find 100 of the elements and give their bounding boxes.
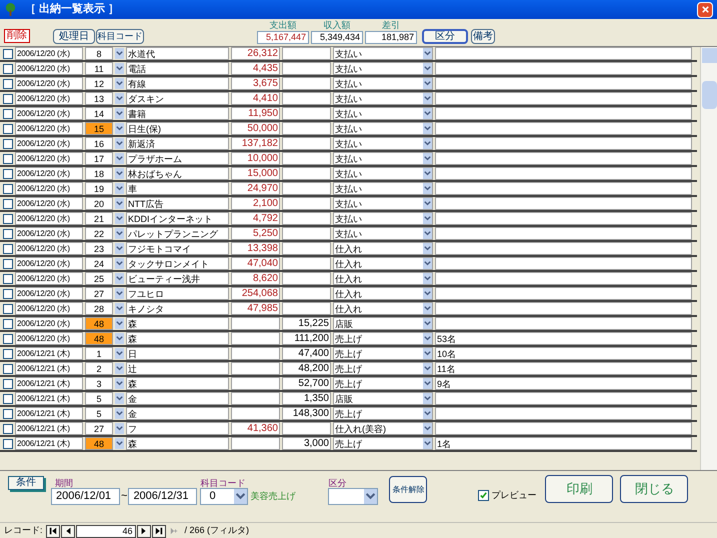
first-record-button[interactable] (46, 524, 60, 538)
row-checkbox[interactable] (3, 258, 13, 268)
category-dropdown[interactable]: 支払い (333, 122, 433, 135)
category-dropdown[interactable]: 支払い (333, 77, 433, 90)
code-dropdown[interactable]: 0 (200, 488, 248, 505)
row-checkbox[interactable] (3, 168, 13, 178)
category-filter-dropdown[interactable] (328, 488, 378, 505)
row-checkbox[interactable] (3, 394, 13, 404)
category-dropdown[interactable]: 店販 (333, 392, 433, 405)
category-text: 支払い (334, 228, 362, 240)
category-dropdown[interactable]: 支払い (333, 152, 433, 165)
row-checkbox[interactable] (3, 408, 13, 418)
category-button[interactable]: 区分 (422, 29, 468, 44)
row-checkbox[interactable] (3, 48, 13, 58)
row-checkbox[interactable] (3, 108, 13, 118)
category-dropdown[interactable]: 売上げ (333, 407, 433, 420)
code-cell: 23 (85, 242, 113, 255)
category-text: 支払い (334, 138, 362, 150)
name-cell: キノシタ (126, 302, 229, 315)
category-dropdown[interactable]: 仕入れ (333, 272, 433, 285)
category-dropdown[interactable]: 売上げ (333, 437, 433, 450)
code-cell: 13 (85, 92, 113, 105)
previous-icon[interactable] (64, 527, 72, 535)
category-dropdown[interactable]: 売上げ (333, 362, 433, 375)
category-dropdown[interactable]: 売上げ (333, 347, 433, 360)
row-checkbox[interactable] (3, 78, 13, 88)
category-dropdown[interactable]: 支払い (333, 107, 433, 120)
first-icon[interactable] (48, 527, 57, 535)
row-checkbox[interactable] (3, 334, 13, 344)
category-dropdown[interactable]: 支払い (333, 197, 433, 210)
row-checkbox[interactable] (3, 228, 13, 238)
row-checkbox[interactable] (3, 318, 13, 328)
close-button[interactable] (697, 2, 713, 18)
category-dropdown[interactable]: 支払い (333, 167, 433, 180)
income-cell: 15,225 (282, 317, 331, 330)
category-dropdown[interactable]: 支払い (333, 137, 433, 150)
row-checkbox[interactable] (3, 138, 13, 148)
category-dropdown[interactable]: 仕入れ (333, 242, 433, 255)
preview-label: プレビュー (491, 489, 536, 502)
preview-checkbox[interactable] (478, 490, 490, 502)
row-checkbox[interactable] (3, 198, 13, 208)
row-checkbox[interactable] (3, 364, 13, 374)
remark-button[interactable]: 備考 (471, 29, 495, 44)
row-checkbox[interactable] (3, 244, 13, 254)
category-dropdown[interactable]: 支払い (333, 182, 433, 195)
delete-button[interactable]: 削除 (4, 29, 30, 43)
row-checkbox[interactable] (3, 304, 13, 314)
expense-cell: 41,360 (231, 422, 280, 435)
row-checkbox[interactable] (3, 424, 13, 434)
category-dropdown[interactable]: 支払い (333, 212, 433, 225)
filter-button[interactable]: 条件 (8, 476, 44, 490)
category-dropdown[interactable]: 支払い (333, 62, 433, 75)
row-checkbox[interactable] (3, 438, 13, 448)
date-to-field[interactable]: 2006/12/31 (128, 488, 198, 505)
record-number-field[interactable]: 46 (76, 524, 136, 538)
income-cell (282, 422, 331, 435)
category-dropdown[interactable]: 支払い (333, 227, 433, 240)
print-button[interactable]: 印刷 (545, 475, 614, 503)
last-record-button[interactable] (152, 524, 166, 538)
row-checkbox[interactable] (3, 378, 13, 388)
last-icon[interactable] (154, 527, 163, 535)
category-dropdown[interactable]: 仕入れ (333, 257, 433, 270)
income-cell: 48,200 (282, 362, 331, 375)
date-from-field[interactable]: 2006/12/01 (51, 488, 120, 505)
previous-record-button[interactable] (60, 524, 75, 538)
category-dropdown[interactable]: 仕入れ (333, 302, 433, 315)
category-dropdown[interactable]: 支払い (333, 47, 433, 60)
row-checkbox[interactable] (3, 64, 13, 74)
category-label: 区分 (328, 478, 348, 488)
category-dropdown[interactable]: 支払い (333, 92, 433, 105)
row-checkbox[interactable] (3, 348, 13, 358)
row-checkbox[interactable] (3, 124, 13, 134)
row-checkbox[interactable] (3, 154, 13, 164)
category-text: 支払い (334, 212, 362, 224)
date-cell: 2006/12/21 (木) (15, 422, 83, 435)
row-checkbox[interactable] (3, 288, 13, 298)
category-dropdown[interactable]: 売上げ (333, 332, 433, 345)
next-record-button[interactable] (136, 524, 151, 538)
sort-button[interactable]: 科目コード (96, 29, 144, 44)
income-cell (282, 107, 331, 120)
close-form-button[interactable]: 閉じる (620, 475, 688, 503)
expense-cell: 10,000 (231, 152, 280, 165)
category-text: 売上げ (334, 348, 362, 360)
category-dropdown[interactable]: 店販 (333, 317, 433, 330)
row-checkbox[interactable] (3, 184, 13, 194)
category-dropdown[interactable]: 仕入れ(美容) (333, 422, 433, 435)
sort-button[interactable]: 処理日 (53, 29, 95, 44)
category-dropdown[interactable]: 売上げ (333, 377, 433, 390)
next-icon[interactable] (140, 527, 148, 535)
category-dropdown[interactable]: 仕入れ (333, 287, 433, 300)
row-checkbox[interactable] (3, 274, 13, 284)
category-text: 売上げ (334, 362, 362, 374)
income-cell (282, 122, 331, 135)
clear-filter-button[interactable]: 条件解除 (389, 476, 428, 503)
close-icon[interactable] (700, 5, 710, 14)
row-checkbox[interactable] (3, 214, 13, 224)
new-record-icon[interactable] (170, 527, 178, 535)
row-checkbox[interactable] (3, 94, 13, 104)
scrollbar[interactable] (700, 47, 717, 470)
category-text: 仕入れ (334, 258, 362, 270)
